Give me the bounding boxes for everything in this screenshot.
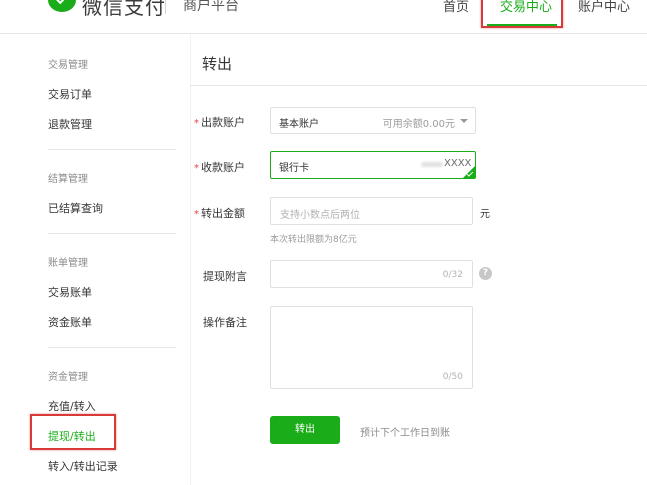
sidebar-item-settled-query[interactable]: 已结算查询	[48, 200, 103, 216]
amount-input[interactable]: 支持小数点后两位	[270, 197, 473, 225]
nav-account-center[interactable]: 账户中心	[578, 0, 630, 15]
sidebar-separator	[48, 149, 176, 150]
sidebar-item-fund-bill[interactable]: 资金账单	[48, 314, 92, 330]
remark-label: 操作备注	[203, 316, 247, 329]
sidebar-item-transfer-records[interactable]: 转入/转出记录	[48, 458, 118, 474]
portal-name: 商户平台	[183, 0, 239, 14]
sidebar-separator	[48, 233, 176, 234]
help-icon[interactable]: ?	[479, 267, 492, 280]
attach-input[interactable]: 0/32	[270, 260, 473, 288]
submit-transfer-button[interactable]: 转出	[270, 416, 340, 444]
page-title: 转出	[202, 55, 233, 73]
amount-label: * 转出金额	[194, 207, 245, 220]
sidebar-group-title: 资金管理	[48, 372, 88, 383]
remark-counter: 0/50	[442, 372, 463, 382]
arrival-estimate: 预计下个工作日到账	[360, 428, 450, 439]
brand-name: 微信支付	[82, 0, 166, 19]
out-account-label: * 出款账户	[194, 116, 245, 129]
sidebar-highlight-box	[30, 414, 116, 450]
amount-unit: 元	[480, 209, 490, 220]
sidebar-item-recharge[interactable]: 充值/转入	[48, 398, 96, 414]
out-account-select[interactable]: 基本账户 可用余额0.00元	[270, 107, 476, 134]
masked-card-number	[421, 162, 443, 167]
amount-placeholder: 支持小数点后两位	[280, 210, 360, 221]
available-balance: 可用余额0.00元	[382, 119, 455, 130]
top-bar: 微信支付 商户平台 首页 交易中心 账户中心	[0, 0, 647, 34]
nav-home[interactable]: 首页	[443, 0, 469, 15]
sidebar-group-title: 账单管理	[48, 258, 88, 269]
sidebar-separator	[48, 347, 176, 348]
chevron-down-icon	[460, 119, 468, 123]
attach-label: 提现附言	[203, 270, 247, 283]
in-account-label: * 收款账户	[194, 161, 245, 174]
brand-divider	[165, 0, 166, 14]
attach-counter: 0/32	[442, 270, 463, 280]
in-account-value: 银行卡	[279, 163, 309, 174]
required-mark: *	[194, 209, 199, 220]
sidebar-group-title: 结算管理	[48, 174, 88, 185]
title-divider	[190, 85, 647, 86]
remark-textarea[interactable]: 0/50	[270, 306, 473, 389]
sidebar-divider	[190, 34, 191, 485]
out-account-value: 基本账户	[279, 119, 319, 130]
sidebar-group-title: 交易管理	[48, 60, 88, 71]
sidebar-item-trade-orders[interactable]: 交易订单	[48, 86, 92, 102]
nav-highlight-box	[481, 0, 563, 28]
amount-limit-hint: 本次转出限额为8亿元	[270, 235, 357, 245]
wechat-pay-logo-icon	[48, 0, 76, 12]
required-mark: *	[194, 163, 199, 174]
required-mark: *	[194, 118, 199, 129]
in-account-select[interactable]: 银行卡 XXXX	[270, 151, 476, 179]
sidebar-item-trade-bill[interactable]: 交易账单	[48, 284, 92, 300]
sidebar-item-refunds[interactable]: 退款管理	[48, 116, 92, 132]
